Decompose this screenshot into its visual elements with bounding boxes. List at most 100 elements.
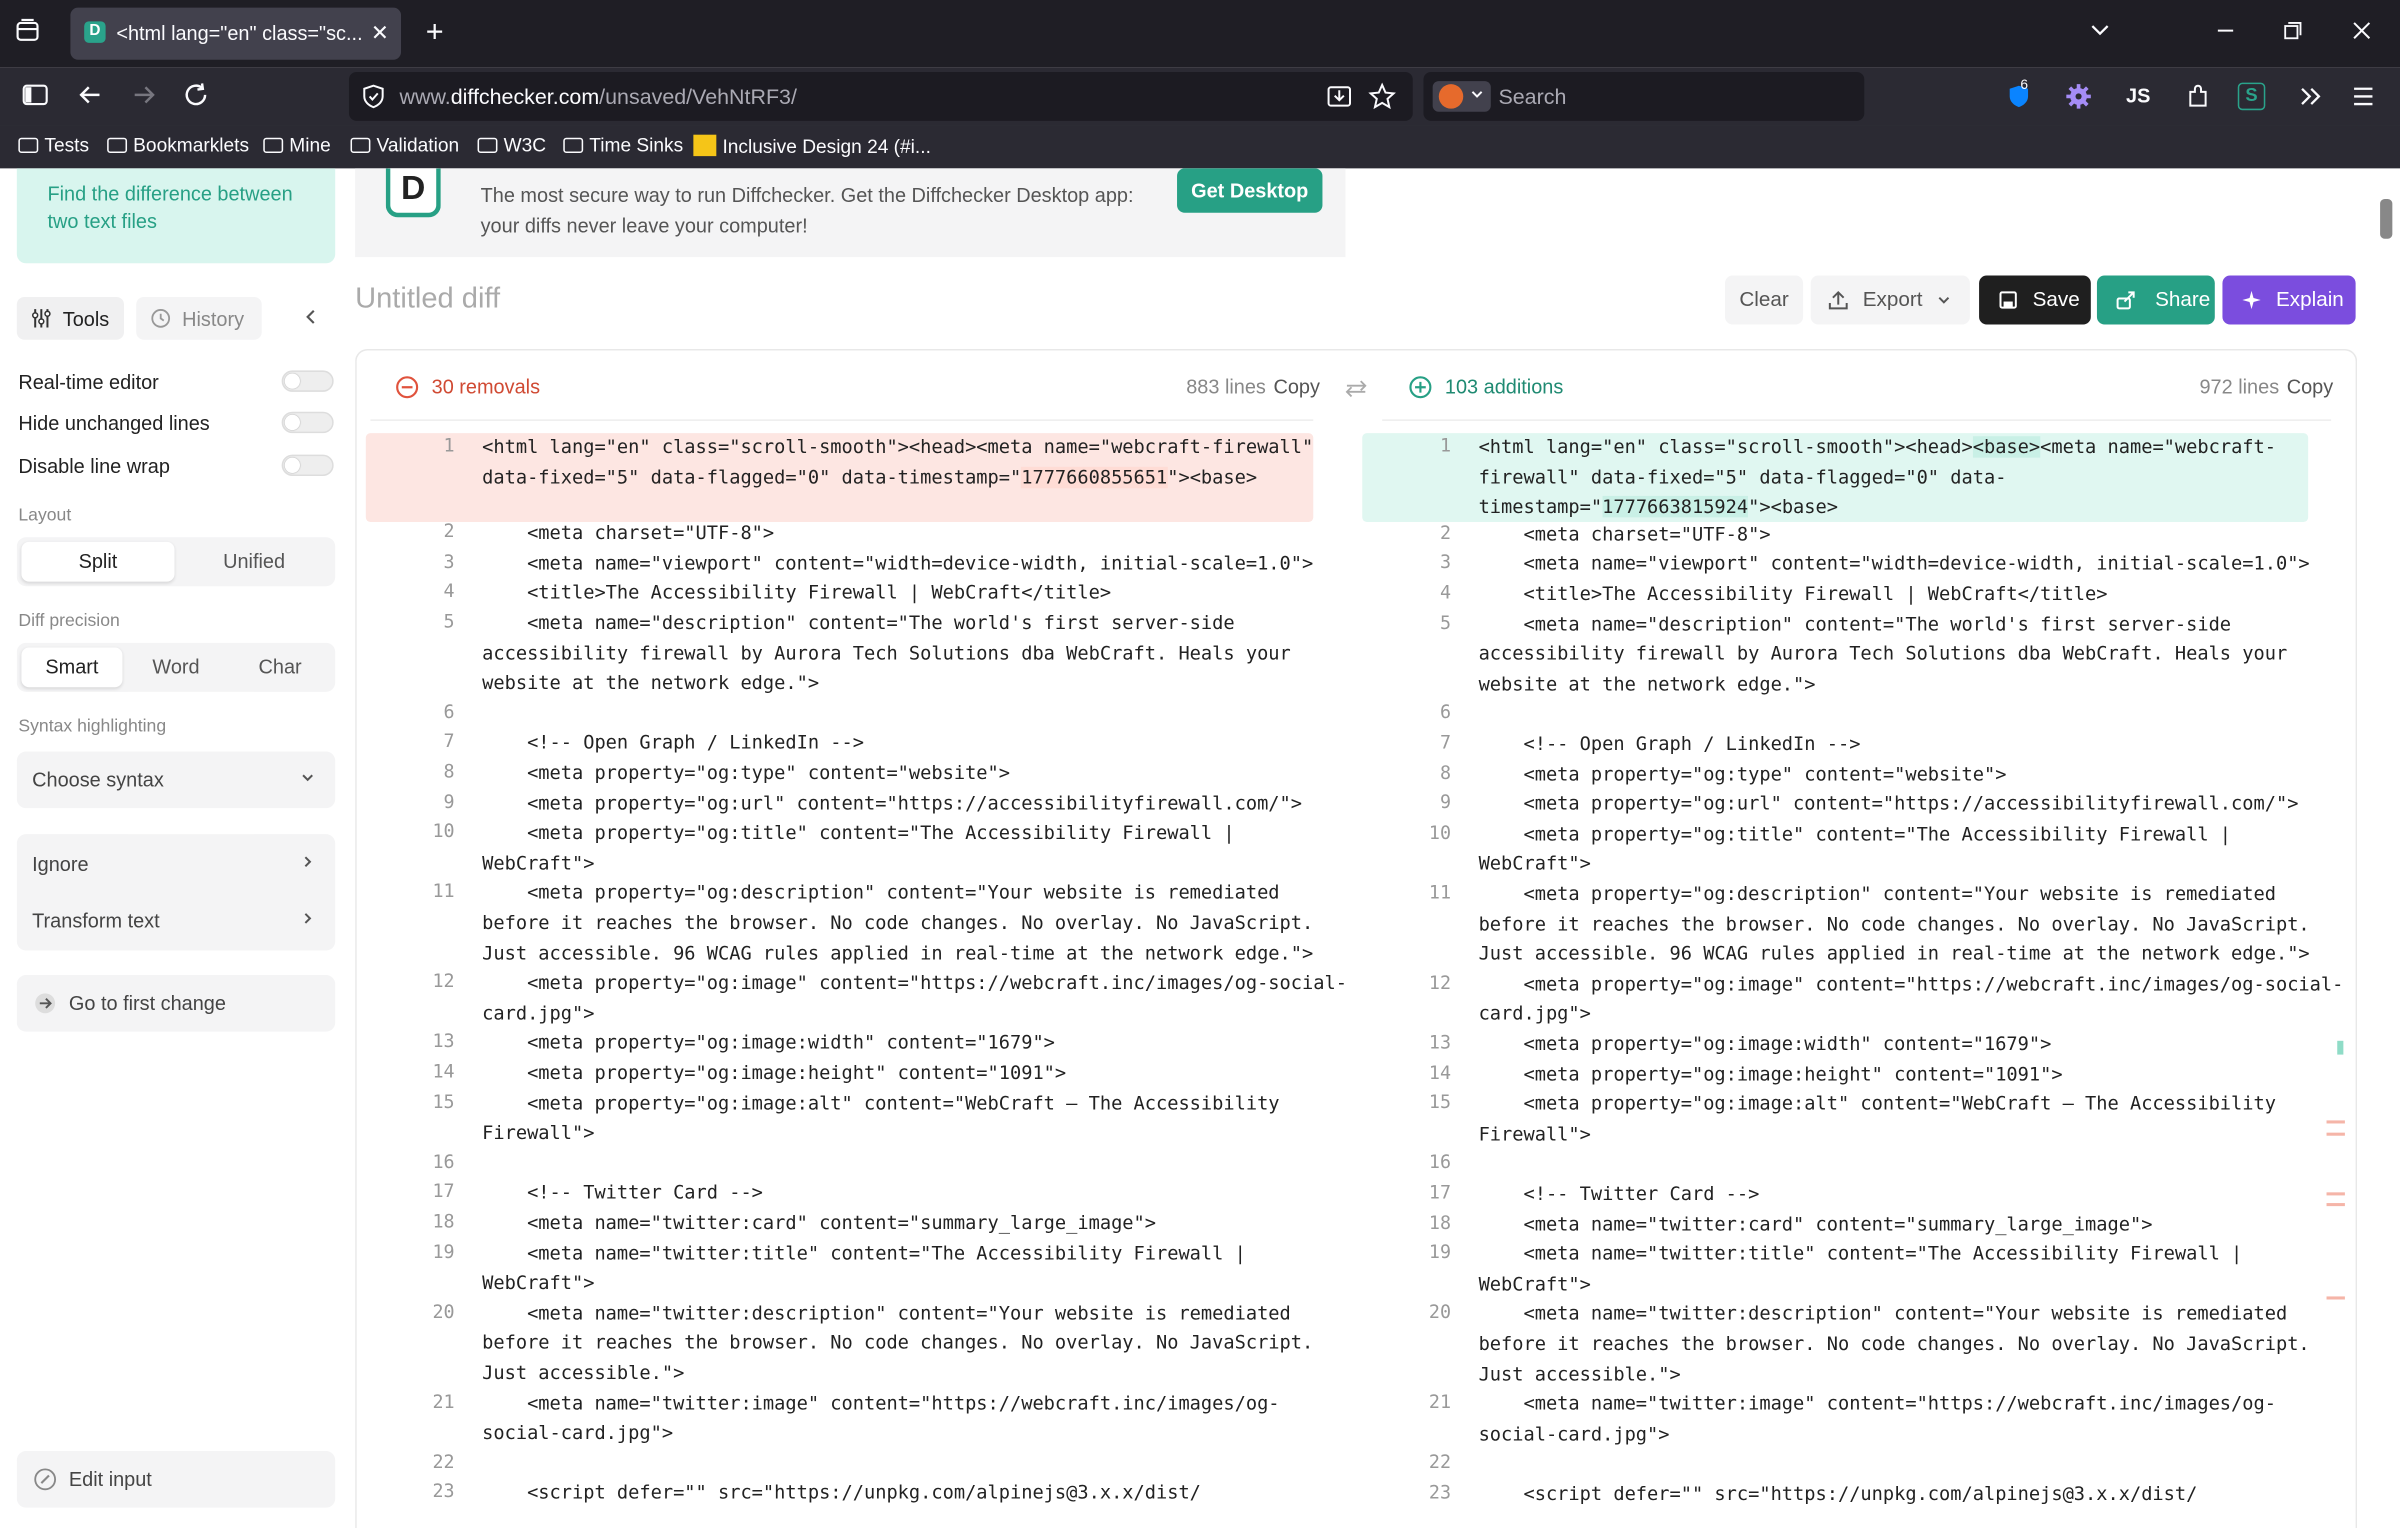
code-line: website at the network edge."> bbox=[482, 672, 820, 694]
line-number: 2 bbox=[1439, 521, 1452, 544]
code-line: <meta property="og:url" content="https:/… bbox=[1478, 793, 2299, 815]
line-number: 9 bbox=[443, 790, 455, 813]
close-tab-icon[interactable]: ✕ bbox=[371, 20, 389, 46]
line-number: 11 bbox=[1428, 881, 1452, 904]
layout-unified-option[interactable]: Unified bbox=[178, 542, 331, 582]
code-line: social-card.jpg"> bbox=[1478, 1423, 1670, 1445]
line-number: 1 bbox=[443, 434, 455, 457]
clear-button[interactable]: Clear bbox=[1724, 275, 1804, 325]
more-tools-icon[interactable] bbox=[2296, 83, 2324, 111]
sliders-icon bbox=[31, 308, 52, 329]
s-extension-icon[interactable]: S bbox=[2237, 82, 2266, 111]
bookmark-folder-validation[interactable]: Validation bbox=[350, 135, 459, 156]
edit-input-label: Edit input bbox=[68, 1467, 152, 1491]
restore-icon[interactable] bbox=[2281, 18, 2312, 42]
precision-char-option[interactable]: Char bbox=[230, 647, 331, 687]
minimap-removal-mark bbox=[2326, 1132, 2345, 1136]
tools-tab[interactable]: Tools bbox=[16, 296, 124, 340]
ignore-row[interactable]: Ignore bbox=[32, 853, 88, 876]
page-scrollbar-thumb[interactable] bbox=[2380, 198, 2393, 239]
right-copy-button[interactable]: Copy bbox=[2287, 375, 2333, 398]
gear-extension-icon[interactable] bbox=[2065, 83, 2093, 111]
chevron-right-icon bbox=[298, 909, 316, 927]
edit-input-button[interactable]: Edit input bbox=[16, 1451, 336, 1508]
bookmark-folder-w3c[interactable]: W3C bbox=[477, 135, 546, 156]
code-line: before it reaches the browser. No code c… bbox=[482, 1332, 1314, 1354]
address-bar[interactable]: www.diffchecker.com/unsaved/VehNtRF3/ bbox=[348, 71, 1413, 121]
folder-icon bbox=[107, 137, 128, 154]
precision-smart-option[interactable]: Smart bbox=[21, 647, 123, 688]
go-to-first-change-button[interactable]: Go to first change bbox=[16, 974, 336, 1032]
syntax-select[interactable]: Choose syntax bbox=[16, 751, 336, 809]
history-tab[interactable]: History bbox=[136, 296, 262, 340]
new-tab-icon[interactable]: + bbox=[419, 17, 450, 48]
tab-list-chevron-icon[interactable] bbox=[2088, 18, 2119, 42]
line-number: 17 bbox=[432, 1180, 455, 1203]
edit-pencil-icon bbox=[34, 1468, 57, 1491]
js-extension-icon[interactable]: JS bbox=[2126, 84, 2150, 107]
forward-icon[interactable] bbox=[130, 83, 161, 107]
tab-title: <html lang="en" class="sc... ↔ bbox=[116, 21, 365, 45]
bookmark-star-icon[interactable] bbox=[1368, 82, 1396, 111]
chevron-right-icon bbox=[298, 853, 316, 871]
code-line: <meta name="twitter:description" content… bbox=[1478, 1303, 2288, 1325]
layout-segmented-control: Split Unified bbox=[16, 537, 336, 587]
code-line: data-fixed="5" data-flagged="0" data-tim… bbox=[482, 466, 1258, 488]
minimize-icon[interactable] bbox=[2213, 18, 2244, 42]
layout-split-option[interactable]: Split bbox=[21, 541, 175, 582]
code-line: <meta property="og:image:height" content… bbox=[482, 1062, 1067, 1084]
line-number: 20 bbox=[1428, 1301, 1452, 1324]
puzzle-extensions-icon[interactable] bbox=[2184, 83, 2212, 111]
chevron-down-icon bbox=[1935, 291, 1953, 309]
bookmark-folder-mine[interactable]: Mine bbox=[263, 135, 331, 156]
diff-title[interactable]: Untitled diff bbox=[355, 283, 500, 317]
download-icon[interactable] bbox=[1326, 83, 1354, 111]
close-window-icon[interactable] bbox=[2349, 18, 2380, 42]
collapse-sidebar-icon[interactable] bbox=[302, 306, 320, 327]
code-line: Just accessible. 96 WCAG rules applied i… bbox=[482, 942, 1314, 964]
realtime-editor-toggle[interactable] bbox=[281, 370, 334, 392]
save-button[interactable]: Save bbox=[1979, 275, 2091, 325]
bookmark-folder-tests[interactable]: Tests bbox=[18, 135, 89, 156]
search-engine-selector[interactable] bbox=[1432, 81, 1491, 112]
inclusive-design-favicon bbox=[693, 134, 717, 157]
precision-word-option[interactable]: Word bbox=[126, 647, 227, 687]
swap-icon[interactable] bbox=[1344, 378, 1368, 399]
code-line: website at the network edge."> bbox=[1478, 673, 1816, 695]
back-icon[interactable] bbox=[77, 83, 108, 107]
get-desktop-button[interactable]: Get Desktop bbox=[1177, 168, 1323, 213]
code-line: <meta property="og:image" content="https… bbox=[482, 972, 1347, 994]
bookmark-folder-time-sinks[interactable]: Time Sinks bbox=[563, 135, 683, 156]
reload-icon[interactable] bbox=[184, 83, 215, 107]
code-line: before it reaches the browser. No code c… bbox=[1478, 1333, 2310, 1355]
code-line: <meta name="viewport" content="width=dev… bbox=[1478, 553, 2310, 575]
line-number: 13 bbox=[1428, 1031, 1452, 1054]
search-box[interactable]: Search bbox=[1423, 71, 1865, 121]
code-line: <meta property="og:url" content="https:/… bbox=[482, 792, 1303, 814]
sidebar-toggle-icon[interactable] bbox=[21, 83, 52, 107]
share-button[interactable]: Share bbox=[2096, 275, 2215, 325]
browser-tab-active[interactable]: D <html lang="en" class="sc... ↔ ✕ bbox=[70, 7, 402, 60]
disable-wrap-toggle[interactable] bbox=[281, 454, 334, 477]
code-line: <meta property="og:image:width" content=… bbox=[482, 1032, 1055, 1054]
shield-icon[interactable] bbox=[361, 84, 385, 109]
bookmark-folder-bookmarklets[interactable]: Bookmarklets bbox=[107, 135, 249, 156]
line-number: 22 bbox=[432, 1450, 455, 1473]
transform-text-row[interactable]: Transform text bbox=[32, 909, 160, 932]
code-line: timestamp="1777663815924"><base> bbox=[1478, 496, 1838, 518]
menu-icon[interactable] bbox=[2351, 83, 2375, 111]
tab-overview-icon[interactable] bbox=[15, 18, 46, 42]
export-button[interactable]: Export bbox=[1810, 275, 1970, 325]
code-line: <title>The Accessibility Firewall | WebC… bbox=[1478, 583, 2108, 605]
code-line: <!-- Twitter Card --> bbox=[1478, 1183, 1760, 1205]
explain-button[interactable]: Explain bbox=[2222, 275, 2356, 325]
code-line: accessibility firewall by Aurora Tech So… bbox=[482, 642, 1291, 664]
hide-unchanged-toggle[interactable] bbox=[281, 411, 334, 434]
line-number: 23 bbox=[1428, 1481, 1452, 1504]
left-copy-button[interactable]: Copy bbox=[1273, 375, 1319, 398]
line-number: 18 bbox=[1428, 1211, 1452, 1234]
bookmark-inclusive-design[interactable]: Inclusive Design 24 (#i... bbox=[693, 134, 931, 158]
options-group: Ignore Transform text bbox=[16, 834, 336, 951]
line-number: 15 bbox=[432, 1090, 455, 1113]
code-line: <meta property="og:image:width" content=… bbox=[1478, 1033, 2052, 1055]
